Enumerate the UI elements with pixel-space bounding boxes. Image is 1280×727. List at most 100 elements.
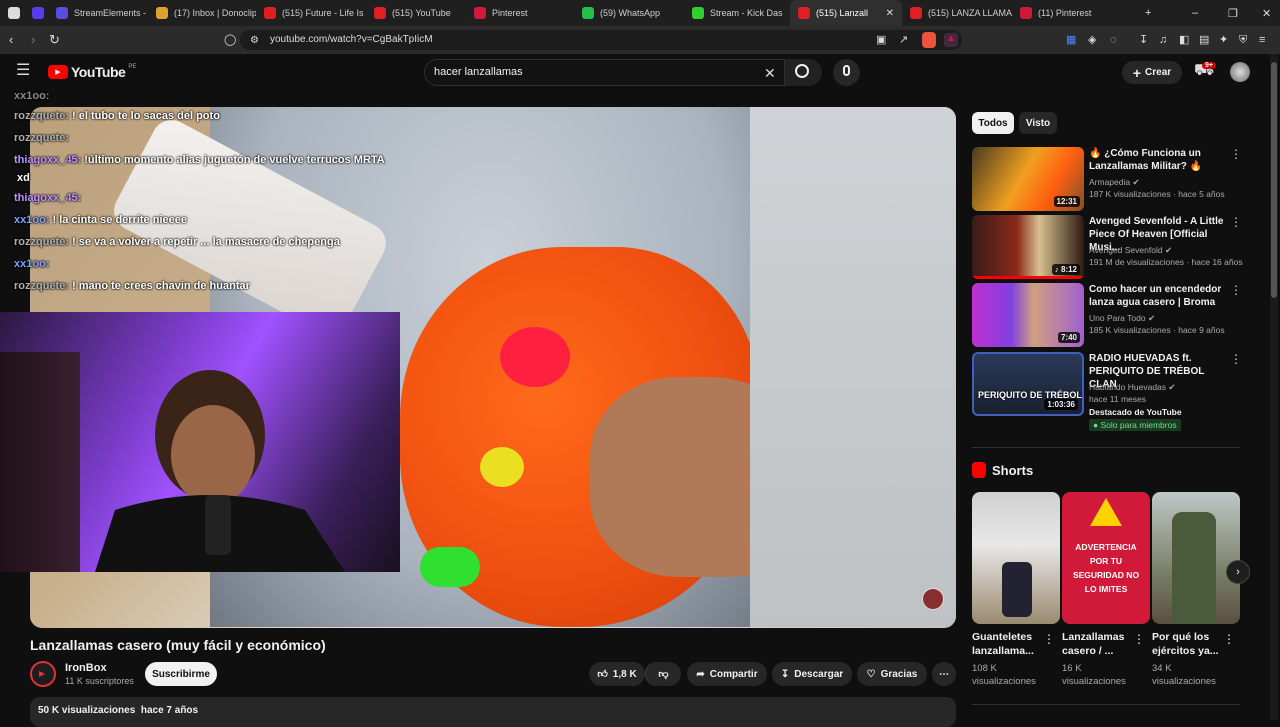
short-thumbnail-text: ADVERTENCIA POR TU SEGURIDAD NO LO IMITE… bbox=[1072, 542, 1140, 594]
chat-username: rozzquete: bbox=[14, 132, 69, 144]
video-thumbnail[interactable]: PERIQUITO DE TRÉBOL CL 1:03:36 bbox=[972, 352, 1084, 416]
short-more-icon-2[interactable]: ⋮ bbox=[1133, 632, 1145, 646]
verified-icon: ✔ bbox=[1132, 177, 1140, 187]
short-title-1[interactable]: Guanteletes lanzallama... bbox=[972, 630, 1047, 658]
more-options-icon[interactable]: ⋮ bbox=[1230, 283, 1242, 297]
browser-tab[interactable]: (11) Pinterest bbox=[1012, 0, 1122, 26]
tab-favicon-icon bbox=[582, 7, 594, 19]
forward-icon[interactable]: › bbox=[31, 33, 35, 47]
browser-tab[interactable]: Stream - Kick Das bbox=[684, 0, 790, 26]
video-thumbnail[interactable]: ♪ 8:12 bbox=[972, 215, 1084, 279]
chip-all[interactable]: Todos bbox=[972, 112, 1014, 134]
more-options-icon[interactable]: ⋮ bbox=[1230, 147, 1242, 161]
reload-icon[interactable]: ↻ bbox=[49, 33, 60, 47]
chat-message: rozzquete:! mano te crees chavin de huan… bbox=[14, 280, 250, 292]
video-title[interactable]: Como hacer un encendedor lanza agua case… bbox=[1089, 283, 1224, 309]
browser-tab[interactable]: (17) Inbox | Donoclip bbox=[148, 0, 256, 26]
browser-tab[interactable]: (515) Future - Life Is G bbox=[256, 0, 366, 26]
subscribe-button[interactable]: Suscribirme bbox=[145, 662, 217, 686]
browser-tab[interactable]: (515) LANZA LLAMAS bbox=[902, 0, 1012, 26]
chip-watched[interactable]: Visto bbox=[1019, 112, 1057, 134]
browser-tab[interactable]: Pinterest bbox=[466, 0, 574, 26]
download-button[interactable]: ↧ Descargar bbox=[772, 662, 852, 686]
region-code: PE bbox=[128, 64, 137, 70]
chat-message: rozzquete:! se va a volver a repetir ...… bbox=[14, 236, 340, 248]
more-options-icon[interactable]: ⋮ bbox=[1230, 215, 1242, 229]
dislike-button[interactable]: 👎︎ bbox=[645, 662, 681, 686]
new-tab-button[interactable]: + bbox=[1145, 0, 1151, 26]
downloads-icon[interactable]: ↧ bbox=[1139, 33, 1148, 47]
back-icon[interactable]: ‹ bbox=[9, 33, 13, 47]
short-more-icon-3[interactable]: ⋮ bbox=[1223, 632, 1235, 646]
translate-icon[interactable]: ▦ bbox=[1066, 33, 1076, 47]
hamburger-menu-icon[interactable]: ☰ bbox=[16, 63, 30, 79]
youtube-logo[interactable]: ▶ YouTube PE bbox=[48, 64, 136, 80]
browser-tab[interactable]: (515) YouTube bbox=[366, 0, 466, 26]
short-more-icon-1[interactable]: ⋮ bbox=[1043, 632, 1055, 646]
more-actions-button[interactable]: ⋯ bbox=[932, 662, 956, 686]
short-thumbnail-2[interactable]: ADVERTENCIA POR TU SEGURIDAD NO LO IMITE… bbox=[1062, 492, 1150, 624]
vpn-icon[interactable]: ⛨ bbox=[1239, 33, 1247, 47]
browser-tab[interactable] bbox=[0, 0, 24, 26]
shorts-next-button[interactable]: › bbox=[1226, 560, 1250, 584]
channel-name[interactable]: IronBox bbox=[65, 662, 107, 674]
extension-icon[interactable]: ◌ bbox=[1110, 33, 1117, 47]
browser-tab-bar: StreamElements - My (17) Inbox | Donoclip… bbox=[0, 0, 1280, 26]
bookmark-icon[interactable]: ◯ bbox=[224, 33, 236, 47]
minimize-icon[interactable]: – bbox=[1192, 0, 1198, 26]
thanks-button[interactable]: ♡ Gracias bbox=[857, 662, 927, 686]
tab-close-icon[interactable]: ✕ bbox=[886, 8, 894, 19]
video-meta: 187 K visualizaciones · hace 5 años bbox=[1089, 189, 1225, 199]
search-input[interactable]: hacer lanzallamas bbox=[434, 66, 523, 78]
short-title-3[interactable]: Por qué los ejércitos ya... bbox=[1152, 630, 1227, 658]
clear-search-icon[interactable]: ✕ bbox=[764, 66, 776, 80]
extensions-icon[interactable]: ◈ bbox=[1088, 33, 1096, 47]
thumbs-up-icon: 👍︎ bbox=[597, 669, 608, 680]
channel-name[interactable]: Uno Para Todo ✔ bbox=[1089, 313, 1155, 324]
menu-icon[interactable]: ≡ bbox=[1259, 33, 1265, 47]
recommended-video-3[interactable]: 7:40 Como hacer un encendedor lanza agua… bbox=[972, 283, 1242, 347]
share-button[interactable]: ➦ Compartir bbox=[687, 662, 767, 686]
video-thumbnail[interactable]: 12:31 bbox=[972, 147, 1084, 211]
media-icon[interactable]: ♫ bbox=[1159, 33, 1167, 47]
video-thumbnail[interactable]: 7:40 bbox=[972, 283, 1084, 347]
site-info-icon[interactable]: ⚙ bbox=[250, 34, 259, 48]
short-thumbnail-3[interactable] bbox=[1152, 492, 1240, 624]
verified-icon: ✔ bbox=[1147, 313, 1156, 323]
wallet-icon[interactable]: ▤ bbox=[1199, 33, 1209, 47]
close-window-icon[interactable]: ✕ bbox=[1262, 0, 1271, 26]
scrollbar-thumb[interactable] bbox=[1271, 62, 1277, 298]
share-page-icon[interactable]: ↗ bbox=[899, 33, 908, 47]
browser-tab[interactable]: (515) Lanzall ✕ bbox=[790, 0, 902, 26]
create-button[interactable]: + Crear bbox=[1122, 61, 1182, 84]
short-thumbnail-1[interactable] bbox=[972, 492, 1060, 624]
video-title[interactable]: 🔥 ¿Cómo Funciona un Lanzallamas Militar?… bbox=[1089, 147, 1224, 173]
like-button[interactable]: 👍︎ 1,8 K bbox=[589, 662, 645, 686]
cast-icon[interactable]: ▣ bbox=[876, 33, 886, 47]
browser-tab[interactable]: (59) WhatsApp bbox=[574, 0, 684, 26]
sidebar-toggle-icon[interactable]: ◧ bbox=[1179, 33, 1189, 47]
restore-icon[interactable]: ❐ bbox=[1228, 0, 1238, 26]
more-options-icon[interactable]: ⋮ bbox=[1230, 352, 1242, 366]
browser-tab[interactable]: StreamElements - My bbox=[48, 0, 148, 26]
tab-favicon-icon bbox=[32, 7, 44, 19]
account-avatar[interactable] bbox=[1230, 62, 1250, 82]
brave-rewards-icon[interactable]: ▲ bbox=[944, 33, 958, 47]
url-text[interactable]: youtube.com/watch?v=CgBakTpIicM bbox=[270, 34, 433, 45]
brave-shield-icon[interactable] bbox=[922, 32, 936, 48]
recommended-video-1[interactable]: 12:31 🔥 ¿Cómo Funciona un Lanzallamas Mi… bbox=[972, 147, 1242, 211]
tab-favicon-icon bbox=[8, 7, 20, 19]
members-only-badge: ● Solo para miembros bbox=[1089, 419, 1181, 431]
browser-tab[interactable] bbox=[24, 0, 48, 26]
short-title-2[interactable]: Lanzallamas casero / ... bbox=[1062, 630, 1137, 658]
create-label: Crear bbox=[1145, 67, 1172, 78]
chevron-right-icon: › bbox=[1236, 566, 1240, 578]
leo-ai-icon[interactable]: ✦ bbox=[1219, 33, 1228, 47]
channel-name[interactable]: Avenged Sevenfold ✔ bbox=[1089, 245, 1172, 256]
recommended-video-4[interactable]: PERIQUITO DE TRÉBOL CL 1:03:36 RADIO HUE… bbox=[972, 352, 1242, 432]
shorts-icon bbox=[972, 462, 986, 478]
channel-name[interactable]: Armapedia ✔ bbox=[1089, 177, 1140, 188]
channel-label: Hablando Huevadas bbox=[1089, 382, 1167, 392]
channel-name[interactable]: Hablando Huevadas ✔ bbox=[1089, 382, 1176, 393]
recommended-video-2[interactable]: ♪ 8:12 Avenged Sevenfold - A Little Piec… bbox=[972, 215, 1243, 279]
